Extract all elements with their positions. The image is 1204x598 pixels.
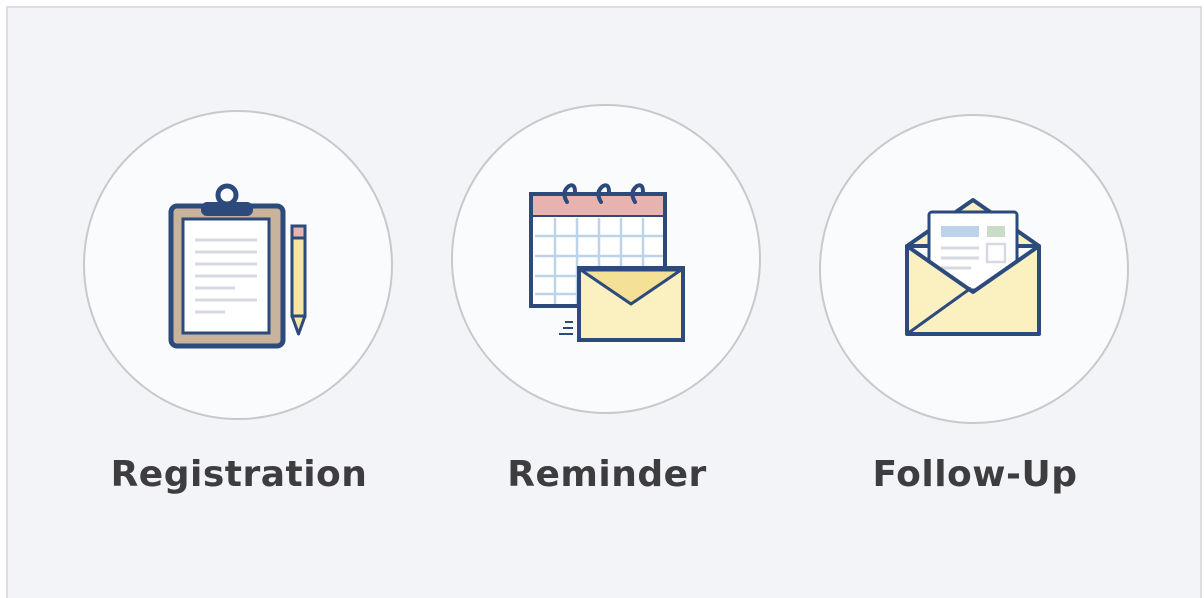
open-envelope-icon bbox=[905, 198, 1041, 336]
step-registration[interactable]: Registration bbox=[74, 8, 404, 568]
reminder-circle bbox=[451, 104, 761, 414]
step-reminder[interactable]: Reminder bbox=[442, 8, 772, 568]
registration-label: Registration bbox=[110, 454, 368, 495]
reminder-label: Reminder bbox=[507, 454, 707, 495]
registration-circle bbox=[83, 110, 393, 420]
workflow-panel: Registration Reminder Follow-Up bbox=[6, 6, 1202, 598]
follow-up-circle bbox=[819, 114, 1129, 424]
step-follow-up[interactable]: Follow-Up bbox=[810, 8, 1140, 568]
clipboard-icon bbox=[168, 183, 307, 349]
calendar-envelope-icon bbox=[529, 183, 685, 342]
follow-up-label: Follow-Up bbox=[872, 454, 1078, 495]
